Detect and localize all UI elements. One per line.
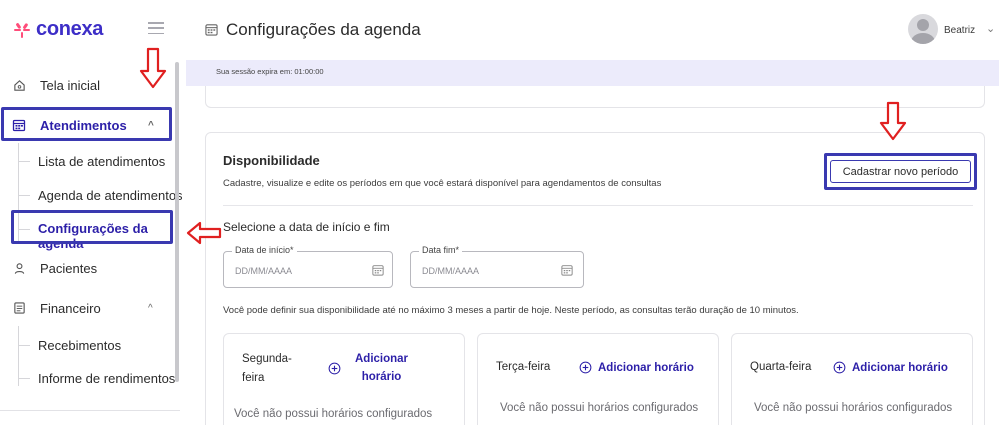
chevron-down-icon[interactable]: ⌄ [986,22,995,35]
sidebar-item-label: Pacientes [40,260,98,276]
logo[interactable]: conexa [12,18,103,41]
tree-tick [18,161,30,162]
menu-toggle-button[interactable] [148,22,164,34]
day-name: Terça-feira [496,361,551,373]
app-root: conexa Tela inicial Atendimentos ^ Lista… [0,0,999,425]
sidebar-subitem-lista-atendimentos[interactable]: Lista de atendimentos [38,154,165,169]
user-name[interactable]: Beatriz [944,25,975,36]
plus-circle-icon [833,361,846,374]
calendar-icon [12,118,26,132]
section-description: Cadastre, visualize e edite os períodos … [223,178,662,189]
chevron-up-icon: ^ [148,119,154,131]
add-time-button-terca[interactable]: Adicionar horário [579,361,694,374]
new-period-button[interactable]: Cadastrar novo período [830,160,971,183]
add-time-label-line2: horário [361,371,402,383]
add-time-label: Adicionar horário [598,361,694,374]
tree-tick [18,195,30,196]
home-icon [12,78,26,92]
tree-line [18,143,19,243]
plus-circle-icon [328,362,341,374]
availability-helper-text: Você pode definir sua disponibilidade at… [223,305,799,316]
day-name: Quarta-feira [750,361,812,373]
sidebar-item-financeiro[interactable]: Financeiro ^ [0,300,172,316]
calendar-icon[interactable] [372,264,384,276]
empty-schedule-message: Você não possui horários configurados [500,402,699,414]
page-title: Configurações da agenda [226,20,421,39]
sidebar-subitem-configuracoes-agenda[interactable]: Configurações da agenda [38,221,186,251]
previous-card-bottom [205,86,985,108]
tree-tick [18,345,30,346]
sidebar-item-label: Atendimentos [40,117,127,133]
add-time-button-segunda[interactable]: Adicionar horário [328,350,408,386]
end-date-label: Data fim* [419,245,463,255]
divider [223,205,973,206]
day-name-line1: Segunda- [242,353,292,365]
sidebar-item-pacientes[interactable]: Pacientes [0,260,172,276]
session-bar: Sua sessão expira em: 01:00:00 [186,60,999,86]
annotation-arrow-down-icon [879,101,907,141]
start-date-placeholder: DD/MM/AAAA [235,266,293,276]
sidebar-item-label: Financeiro [40,300,101,316]
end-date-field[interactable]: Data fim* DD/MM/AAAA [410,245,584,288]
tree-tick [18,229,30,230]
avatar[interactable] [908,14,938,44]
tree-line [18,326,19,386]
start-date-label: Data de início* [232,245,297,255]
calendar-icon[interactable] [561,264,573,276]
calendar-icon [205,24,218,36]
tree-tick [18,378,30,379]
empty-schedule-message: Você não possui horários configurados [754,402,953,414]
annotation-arrow-down-icon [139,47,167,89]
sidebar-scrollbar[interactable] [175,62,179,382]
sidebar-item-label: Tela inicial [40,77,100,93]
sidebar-divider [0,410,180,411]
conexa-logo-icon [12,20,32,40]
top-header: Configurações da agenda Beatriz ⌄ [186,0,999,60]
end-date-placeholder: DD/MM/AAAA [422,266,480,276]
day-name-line2: feira [242,372,265,384]
person-icon [12,261,26,275]
empty-schedule-message: Você não possui horários configurados [234,408,433,420]
plus-circle-icon [579,361,592,374]
session-timer-text: Sua sessão expira em: 01:00:00 [216,67,324,76]
day-card-terca: Terça-feira Adicionar horário Você não p… [477,333,719,425]
chevron-up-icon: ^ [148,302,153,314]
add-time-label: Adicionar horário [852,361,948,374]
day-card-quarta: Quarta-feira Adicionar horário Você não … [731,333,973,425]
sidebar-item-atendimentos[interactable]: Atendimentos ^ [0,117,172,133]
sidebar-subitem-recebimentos[interactable]: Recebimentos [38,338,121,353]
logo-text: conexa [36,18,104,40]
select-dates-label: Selecione a data de início e fim [223,220,390,234]
sidebar-subitem-agenda-atendimentos[interactable]: Agenda de atendimentos [38,188,183,203]
section-title: Disponibilidade [223,153,320,168]
add-time-button-quarta[interactable]: Adicionar horário [833,361,948,374]
day-card-segunda: Segunda- feira Adicionar horário Você nã… [223,333,465,425]
sidebar-subitem-informe-rendimentos[interactable]: Informe de rendimentos [38,371,175,386]
start-date-field[interactable]: Data de início* DD/MM/AAAA [223,245,393,288]
add-time-label-line1: Adicionar [355,353,409,365]
availability-card: Disponibilidade Cadastre, visualize e ed… [205,132,985,425]
annotation-arrow-left-icon [186,221,222,245]
receipt-icon [12,301,26,315]
